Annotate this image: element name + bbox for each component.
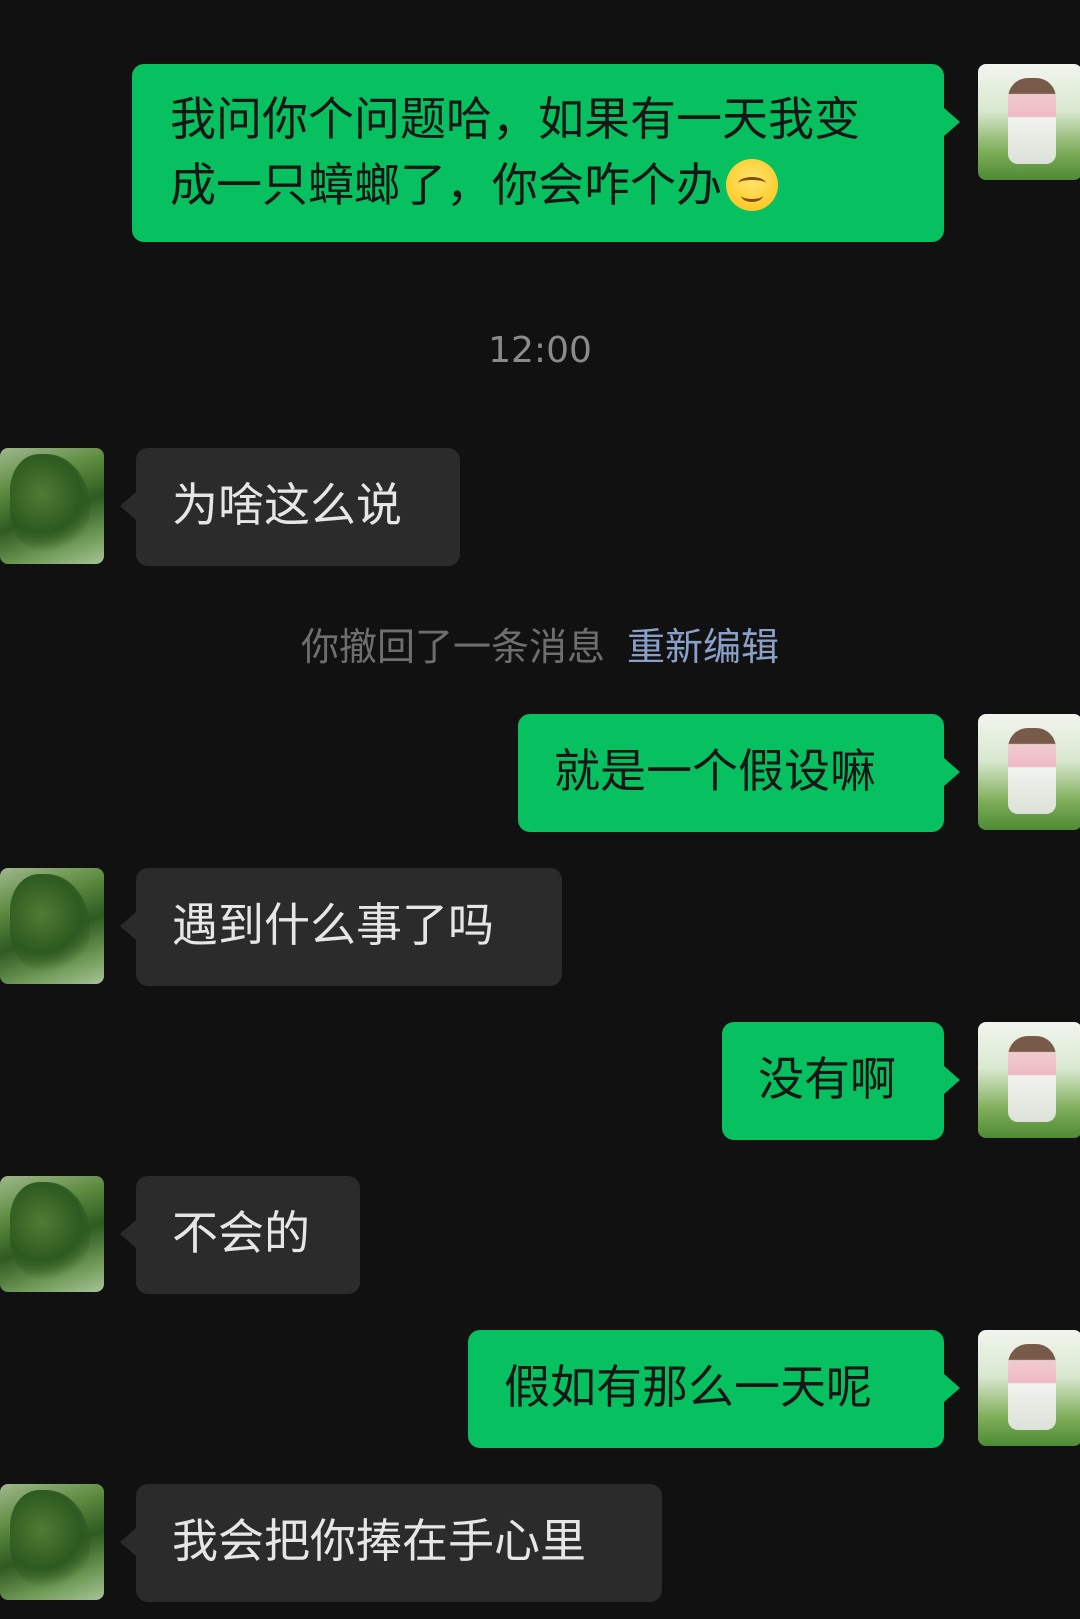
avatar-figure-icon xyxy=(1008,1344,1056,1430)
avatar-tree-icon xyxy=(10,874,90,974)
message-bubble-other[interactable]: 遇到什么事了吗 xyxy=(120,868,562,986)
message-text: 假如有那么一天呢 xyxy=(504,1360,872,1414)
self-avatar[interactable] xyxy=(978,714,1080,830)
avatar-tree-icon xyxy=(10,1490,90,1590)
recall-notice: 你撤回了一条消息 重新编辑 xyxy=(0,616,1080,671)
message-text: 为啥这么说 xyxy=(172,478,402,532)
self-avatar[interactable] xyxy=(978,64,1080,180)
avatar-tree-icon xyxy=(10,1182,90,1282)
re-edit-link[interactable]: 重新编辑 xyxy=(627,625,779,669)
contact-avatar[interactable] xyxy=(0,448,104,564)
message-bubble-self[interactable]: 我问你个问题哈，如果有一天我变 成一只蟑螂了，你会咋个办 xyxy=(132,64,960,242)
contact-avatar[interactable] xyxy=(0,868,104,984)
message-text: 遇到什么事了吗 xyxy=(172,898,494,952)
message-bubble-self[interactable]: 假如有那么一天呢 xyxy=(468,1330,960,1448)
avatar-tree-icon xyxy=(10,454,90,554)
contact-avatar[interactable] xyxy=(0,1176,104,1292)
avatar-figure-icon xyxy=(1008,1036,1056,1122)
smiling-face-emoji-icon xyxy=(726,159,778,211)
self-avatar[interactable] xyxy=(978,1330,1080,1446)
avatar-figure-icon xyxy=(1008,728,1056,814)
message-bubble-other[interactable]: 不会的 xyxy=(120,1176,360,1294)
timestamp: 12:00 xyxy=(488,330,592,371)
message-bubble-other[interactable]: 我会把你捧在手心里 xyxy=(120,1484,662,1602)
self-avatar[interactable] xyxy=(978,1022,1080,1138)
recall-text: 你撤回了一条消息 xyxy=(300,625,605,669)
message-bubble-other[interactable]: 为啥这么说 xyxy=(120,448,460,566)
message-text-line: 我问你个问题哈，如果有一天我变 xyxy=(170,92,860,146)
message-text: 我会把你捧在手心里 xyxy=(172,1514,586,1568)
message-text: 不会的 xyxy=(172,1206,310,1260)
message-text-line: 成一只蟑螂了，你会咋个办 xyxy=(170,152,906,218)
avatar-figure-icon xyxy=(1008,78,1056,164)
message-text: 就是一个假设嘛 xyxy=(554,744,876,798)
contact-avatar[interactable] xyxy=(0,1484,104,1600)
message-bubble-self[interactable]: 就是一个假设嘛 xyxy=(518,714,960,832)
message-text: 没有啊 xyxy=(758,1052,896,1106)
message-bubble-self[interactable]: 没有啊 xyxy=(722,1022,960,1140)
chat-window: 我问你个问题哈，如果有一天我变 成一只蟑螂了，你会咋个办 12:00 为啥这么说… xyxy=(0,0,1080,1619)
